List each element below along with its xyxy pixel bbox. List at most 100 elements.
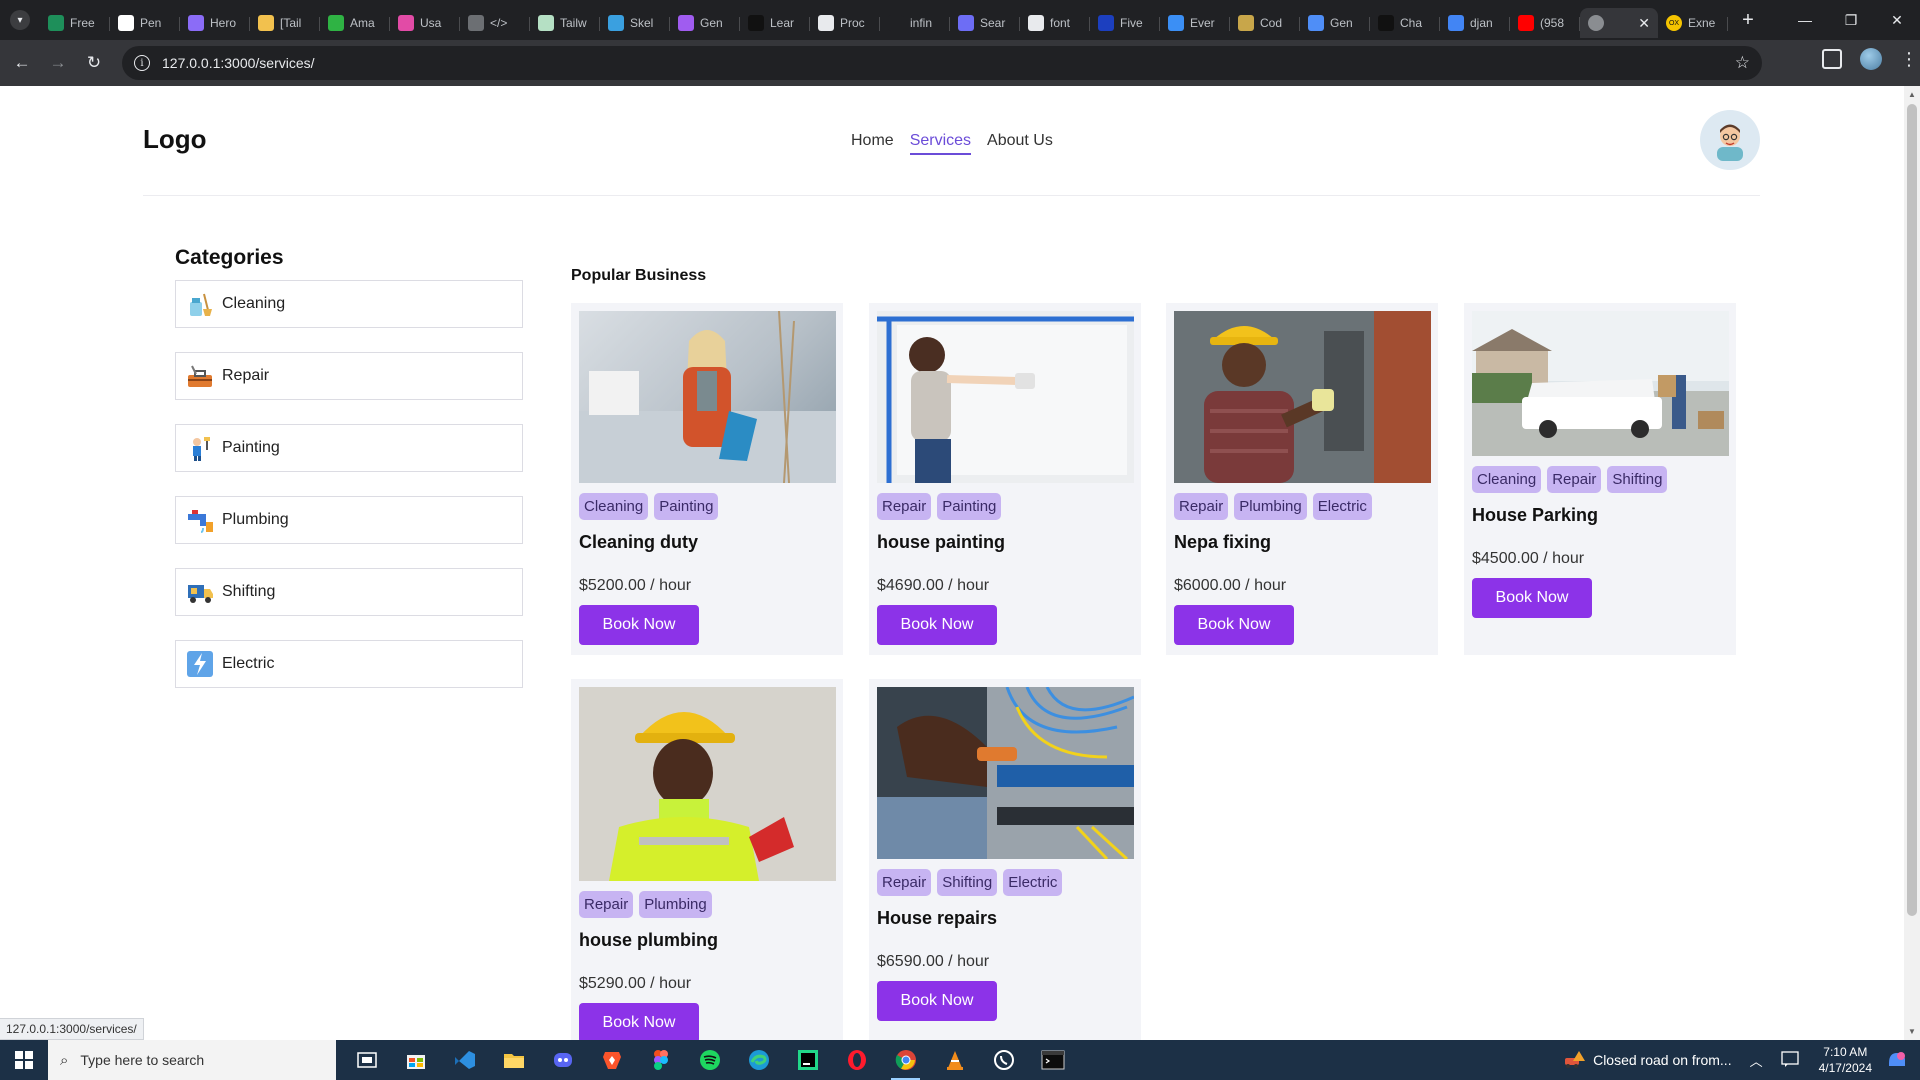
whatsapp-icon[interactable] — [979, 1040, 1028, 1080]
task-view-icon[interactable] — [342, 1040, 391, 1080]
book-now-button[interactable]: Book Now — [579, 1003, 699, 1040]
forward-icon[interactable]: → — [44, 49, 72, 77]
card-title[interactable]: house painting — [877, 532, 1133, 553]
category-painting[interactable]: Painting — [175, 424, 523, 472]
tag-cleaning[interactable]: Cleaning — [1472, 466, 1542, 493]
scroll-down-icon[interactable]: ▼ — [1908, 1027, 1916, 1036]
discord-icon[interactable] — [538, 1040, 587, 1080]
browser-tab[interactable]: </> — [460, 8, 530, 38]
browser-tab[interactable]: Skel — [600, 8, 670, 38]
vlc-icon[interactable] — [930, 1040, 979, 1080]
tag-painting[interactable]: Painting — [654, 493, 719, 520]
book-now-button[interactable]: Book Now — [877, 981, 997, 1021]
category-repair[interactable]: Repair — [175, 352, 523, 400]
chevron-up-icon[interactable]: ︿ — [1750, 1051, 1763, 1070]
news-widget[interactable]: Closed road on from... — [1563, 1049, 1732, 1071]
tag-repair[interactable]: Repair — [877, 493, 932, 520]
file-explorer-icon[interactable] — [489, 1040, 538, 1080]
pycharm-icon[interactable] — [783, 1040, 832, 1080]
browser-tab[interactable]: Hero — [180, 8, 250, 38]
browser-tab[interactable]: Usa — [390, 8, 460, 38]
site-info-icon[interactable]: i — [134, 55, 150, 71]
book-now-button[interactable]: Book Now — [877, 605, 997, 645]
category-cleaning[interactable]: Cleaning — [175, 280, 523, 328]
card-title[interactable]: Nepa fixing — [1174, 532, 1430, 553]
book-now-button[interactable]: Book Now — [1472, 578, 1592, 618]
start-button[interactable] — [0, 1040, 48, 1080]
spotify-icon[interactable] — [685, 1040, 734, 1080]
window-close-icon[interactable]: ✕ — [1874, 0, 1920, 40]
browser-tab[interactable]: Free — [40, 8, 110, 38]
reload-icon[interactable]: ↻ — [80, 49, 108, 77]
tag-electric[interactable]: Electric — [1003, 869, 1063, 896]
tag-repair[interactable]: Repair — [1547, 466, 1602, 493]
browser-tab[interactable]: Cod — [1230, 8, 1300, 38]
user-avatar[interactable] — [1700, 110, 1760, 170]
browser-tab[interactable]: Ever — [1160, 8, 1230, 38]
chrome-icon[interactable] — [881, 1040, 930, 1080]
nav-services[interactable]: Services — [909, 132, 972, 155]
browser-tab[interactable]: [Tail — [250, 8, 320, 38]
scroll-up-icon[interactable]: ▲ — [1908, 90, 1916, 99]
category-plumbing[interactable]: Plumbing — [175, 496, 523, 544]
browser-tab[interactable]: font — [1020, 8, 1090, 38]
bookmark-star-icon[interactable]: ☆ — [1735, 53, 1750, 73]
browser-tab[interactable]: djan — [1440, 8, 1510, 38]
browser-tab[interactable]: (958 — [1510, 8, 1580, 38]
browser-tab[interactable]: Lear — [740, 8, 810, 38]
browser-tab[interactable]: infin — [880, 8, 950, 38]
back-icon[interactable]: ← — [8, 49, 36, 77]
browser-tab[interactable]: Sear — [950, 8, 1020, 38]
browser-tab-active[interactable]: ✕ — [1580, 8, 1658, 38]
book-now-button[interactable]: Book Now — [1174, 605, 1294, 645]
extensions-icon[interactable] — [1822, 49, 1842, 69]
category-electric[interactable]: Electric — [175, 640, 523, 688]
category-shifting[interactable]: Shifting — [175, 568, 523, 616]
scroll-thumb[interactable] — [1907, 104, 1917, 916]
tag-plumbing[interactable]: Plumbing — [639, 891, 712, 918]
browser-tab[interactable]: Cha — [1370, 8, 1440, 38]
book-now-button[interactable]: Book Now — [579, 605, 699, 645]
browser-tab[interactable]: Ama — [320, 8, 390, 38]
tag-shifting[interactable]: Shifting — [937, 869, 998, 896]
more-menu-icon[interactable]: ⋮ — [1900, 49, 1918, 70]
vscode-icon[interactable] — [440, 1040, 489, 1080]
browser-tab[interactable]: Pen — [110, 8, 180, 38]
browser-tab[interactable]: Five — [1090, 8, 1160, 38]
profile-avatar-icon[interactable] — [1860, 48, 1882, 70]
tag-plumbing[interactable]: Plumbing — [1234, 493, 1307, 520]
nav-about-us[interactable]: About Us — [987, 132, 1053, 155]
card-title[interactable]: House repairs — [877, 908, 1133, 929]
tab-search-icon[interactable]: ▾ — [10, 10, 30, 30]
browser-tab[interactable]: Gen — [1300, 8, 1370, 38]
card-title[interactable]: House Parking — [1472, 505, 1728, 526]
site-logo[interactable]: Logo — [143, 124, 207, 155]
clock[interactable]: 7:10 AM 4/17/2024 — [1819, 1044, 1872, 1076]
nav-home[interactable]: Home — [851, 132, 894, 155]
page-scrollbar[interactable]: ▲ ▼ — [1904, 86, 1920, 1040]
browser-tab[interactable]: OX Exne — [1658, 8, 1728, 38]
new-tab-icon[interactable]: + — [1734, 9, 1762, 32]
card-title[interactable]: Cleaning duty — [579, 532, 835, 553]
browser-tab[interactable]: Tailw — [530, 8, 600, 38]
card-title[interactable]: house plumbing — [579, 930, 835, 951]
taskbar-search[interactable]: ⌕ Type here to search — [48, 1040, 336, 1080]
tag-repair[interactable]: Repair — [877, 869, 932, 896]
tag-shifting[interactable]: Shifting — [1607, 466, 1668, 493]
tag-painting[interactable]: Painting — [937, 493, 1002, 520]
notification-icon[interactable] — [1780, 1050, 1799, 1070]
tag-repair[interactable]: Repair — [579, 891, 634, 918]
tab-close-icon[interactable]: ✕ — [1638, 15, 1650, 32]
tag-cleaning[interactable]: Cleaning — [579, 493, 649, 520]
browser-tab[interactable]: Proc — [810, 8, 880, 38]
brave-icon[interactable] — [587, 1040, 636, 1080]
tag-repair[interactable]: Repair — [1174, 493, 1229, 520]
restore-icon[interactable]: ❐ — [1828, 0, 1874, 40]
tag-electric[interactable]: Electric — [1312, 493, 1372, 520]
figma-icon[interactable] — [636, 1040, 685, 1080]
copilot-icon[interactable] — [1886, 1048, 1908, 1073]
browser-tab[interactable]: Gen — [670, 8, 740, 38]
opera-icon[interactable] — [832, 1040, 881, 1080]
ms-store-icon[interactable] — [391, 1040, 440, 1080]
terminal-icon[interactable] — [1028, 1040, 1077, 1080]
